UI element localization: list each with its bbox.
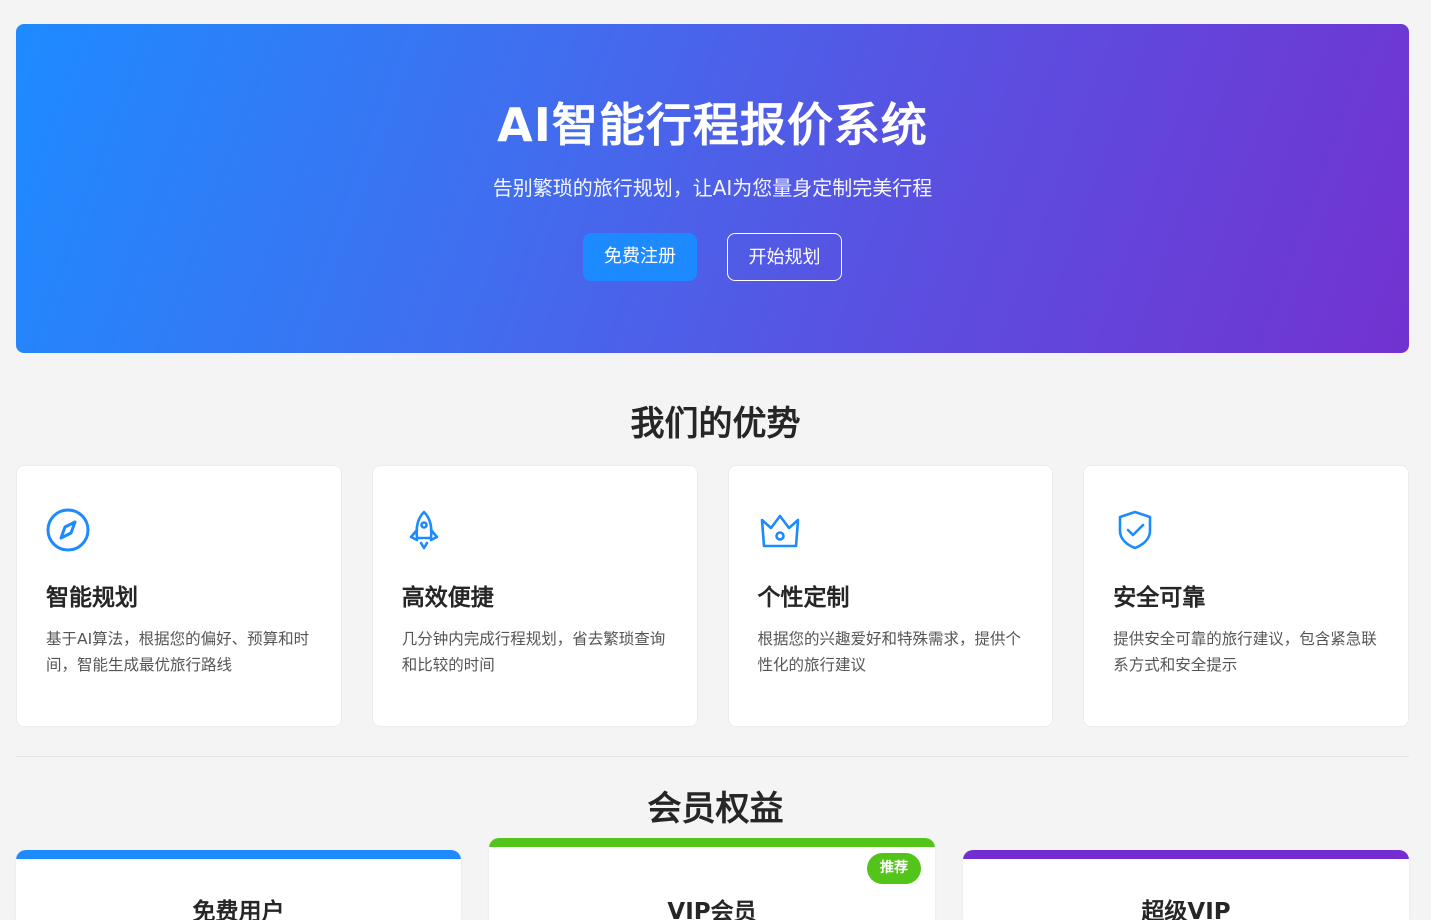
- plan-accent-bar: [489, 838, 935, 847]
- plan-card-vip[interactable]: 推荐 VIP会员: [489, 838, 935, 920]
- plan-accent-bar: [963, 850, 1409, 859]
- hero-title: AI智能行程报价系统: [497, 98, 928, 152]
- feature-desc: 根据您的兴趣爱好和特殊需求，提供个性化的旅行建议: [757, 630, 1022, 674]
- plan-accent-bar: [16, 850, 461, 859]
- shield-check-icon: [1113, 506, 1161, 554]
- compass-icon: [46, 506, 94, 554]
- plan-card-free[interactable]: 免费用户: [16, 850, 461, 920]
- membership-plans: 免费用户 推荐 VIP会员 超级VIP: [16, 838, 1409, 920]
- plan-name: 超级VIP: [1141, 899, 1231, 920]
- hero-actions: 免费注册 开始规划: [16, 233, 1409, 281]
- feature-title: 安全可靠: [1113, 585, 1206, 611]
- feature-desc: 基于AI算法，根据您的偏好、预算和时间，智能生成最优旅行路线: [46, 630, 310, 674]
- membership-title: 会员权益: [647, 789, 784, 829]
- feature-card-efficient: 高效便捷 几分钟内完成行程规划，省去繁琐查询和比较的时间: [371, 465, 698, 727]
- recommended-badge: 推荐: [867, 853, 921, 884]
- advantages-title: 我们的优势: [630, 404, 801, 444]
- feature-card-smart-planning: 智能规划 基于AI算法，根据您的偏好、预算和时间，智能生成最优旅行路线: [16, 465, 342, 727]
- hero-subtitle: 告别繁琐的旅行规划，让AI为您量身定制完美行程: [492, 176, 933, 200]
- rocket-icon: [402, 506, 450, 554]
- feature-title: 高效便捷: [401, 585, 494, 611]
- plan-name: VIP会员: [667, 899, 757, 920]
- feature-title: 智能规划: [46, 585, 138, 611]
- hero-banner: AI智能行程报价系统 告别繁琐的旅行规划，让AI为您量身定制完美行程 免费注册 …: [16, 24, 1409, 353]
- register-button[interactable]: 免费注册: [583, 233, 697, 281]
- feature-title: 个性定制: [757, 585, 850, 611]
- feature-desc: 几分钟内完成行程规划，省去繁琐查询和比较的时间: [401, 630, 666, 674]
- plan-card-super-vip[interactable]: 超级VIP: [963, 850, 1409, 920]
- section-divider: [16, 756, 1409, 757]
- feature-card-secure: 安全可靠 提供安全可靠的旅行建议，包含紧急联系方式和安全提示: [1083, 465, 1409, 727]
- feature-card-personalized: 个性定制 根据您的兴趣爱好和特殊需求，提供个性化的旅行建议: [727, 465, 1054, 727]
- crown-icon: [758, 506, 806, 554]
- start-planning-button[interactable]: 开始规划: [727, 233, 842, 281]
- advantages-grid: 智能规划 基于AI算法，根据您的偏好、预算和时间，智能生成最优旅行路线 高效便捷…: [16, 465, 1409, 727]
- plan-name: 免费用户: [192, 899, 285, 920]
- feature-desc: 提供安全可靠的旅行建议，包含紧急联系方式和安全提示: [1113, 630, 1377, 674]
